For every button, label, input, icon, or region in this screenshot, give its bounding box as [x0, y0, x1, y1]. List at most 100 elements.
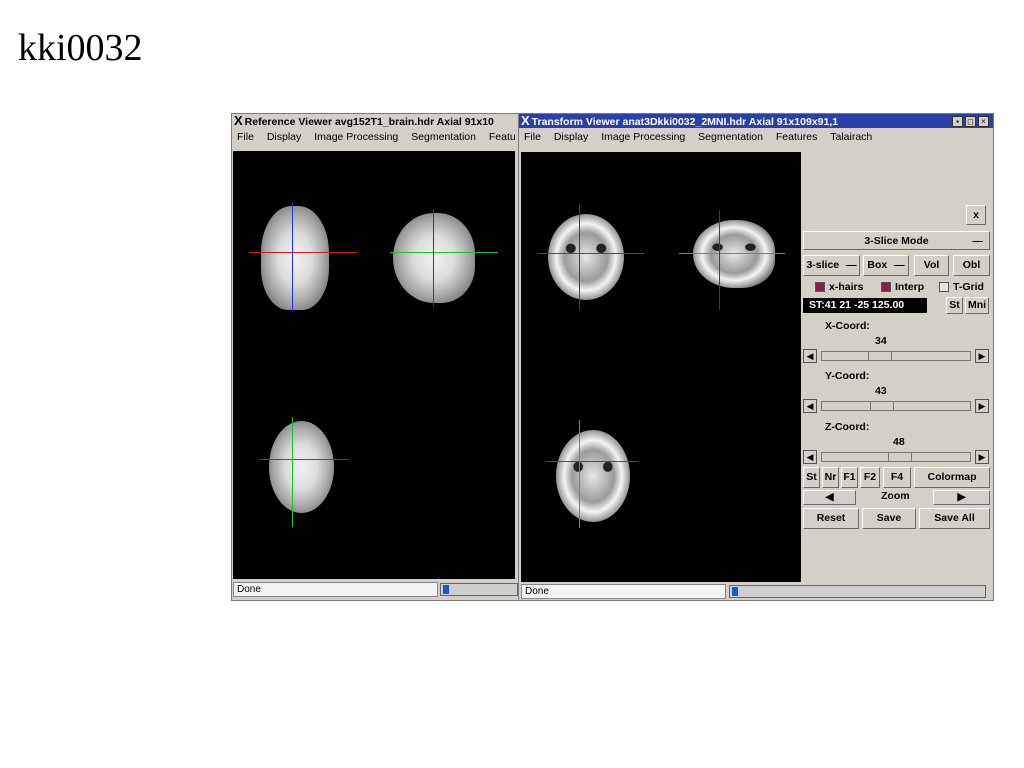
- reference-viewer-window: X Reference Viewer avg152T1_brain.hdr Axi…: [231, 113, 519, 601]
- ref-coronal-slice: [261, 206, 329, 310]
- z-coord-slider[interactable]: ◀ ▶: [803, 450, 989, 464]
- transform-status-text: Done: [521, 584, 726, 599]
- z-coord-value: 48: [893, 436, 905, 448]
- mni-button[interactable]: Mni: [965, 297, 989, 314]
- slice-select-label: 3-slice: [806, 259, 840, 271]
- box-select-label: Box: [867, 259, 888, 271]
- x-slider-right-arrow[interactable]: ▶: [975, 349, 989, 363]
- z-slider-track[interactable]: [821, 452, 971, 462]
- tx-menu-display[interactable]: Display: [554, 131, 588, 143]
- f1-preset-button[interactable]: F1: [841, 467, 858, 488]
- y-slider-thumb[interactable]: [870, 401, 894, 411]
- tx-menu-file[interactable]: File: [524, 131, 541, 143]
- y-slider-track[interactable]: [821, 401, 971, 411]
- x-coord-slider[interactable]: ◀ ▶: [803, 349, 989, 363]
- st-preset-button[interactable]: St: [803, 467, 820, 488]
- transform-viewer-window: X Transform Viewer anat3Dkki0032_2MNI.hdr…: [518, 113, 994, 601]
- tx-axial-vline: [579, 420, 580, 528]
- z-slider-right-arrow[interactable]: ▶: [975, 450, 989, 464]
- x-logo-icon: X: [234, 114, 243, 128]
- nr-preset-button[interactable]: Nr: [822, 467, 839, 488]
- xhairs-checkbox[interactable]: x-hairs: [815, 281, 863, 293]
- z-slider-thumb[interactable]: [888, 452, 912, 462]
- transform-viewer-title: Transform Viewer anat3Dkki0032_2MNI.hdr …: [531, 116, 839, 128]
- tx-menu-segmentation[interactable]: Segmentation: [698, 131, 763, 143]
- colormap-button[interactable]: Colormap: [914, 467, 990, 488]
- obl-button[interactable]: Obl: [953, 255, 990, 276]
- save-all-button[interactable]: Save All: [919, 508, 990, 529]
- reset-button[interactable]: Reset: [803, 508, 859, 529]
- y-coord-slider[interactable]: ◀ ▶: [803, 399, 989, 413]
- xhairs-label: x-hairs: [829, 281, 864, 293]
- interp-checkbox[interactable]: Interp: [881, 281, 924, 293]
- ref-coronal-vline: [292, 203, 293, 311]
- zoom-out-button[interactable]: ◀: [803, 490, 856, 505]
- y-coord-label: Y-Coord:: [825, 370, 870, 382]
- transform-menubar: File Display Image Processing Segmentati…: [519, 129, 993, 145]
- maximize-button[interactable]: ◻: [965, 116, 976, 127]
- f2-preset-button[interactable]: F2: [860, 467, 880, 488]
- coordinate-readout: ST:41 21 -25 125.00: [803, 298, 927, 313]
- reference-menubar: File Display Image Processing Segmentati…: [232, 129, 518, 145]
- checkbox-unchecked-icon: [939, 282, 949, 293]
- tx-coronal-hline: [538, 253, 644, 254]
- tx-sagittal-vline: [719, 210, 720, 310]
- ref-sagittal-vline: [433, 209, 434, 307]
- ref-menu-image-processing[interactable]: Image Processing: [314, 131, 398, 143]
- zoom-label: Zoom: [881, 490, 910, 502]
- y-coord-value: 43: [875, 385, 887, 397]
- ref-axial-vline: [292, 417, 293, 527]
- ref-menu-features[interactable]: Featu: [489, 131, 516, 143]
- ref-sagittal-hline: [390, 252, 498, 253]
- reference-image-canvas[interactable]: [233, 151, 515, 579]
- ref-menu-segmentation[interactable]: Segmentation: [411, 131, 476, 143]
- ref-axial-hline: [259, 459, 349, 460]
- tx-axial-slice: [556, 430, 630, 522]
- panel-close-button[interactable]: x: [966, 205, 986, 225]
- reference-viewer-titlebar[interactable]: X Reference Viewer avg152T1_brain.hdr Axi…: [232, 114, 518, 128]
- tx-sagittal-hline: [679, 253, 785, 254]
- f4-preset-button[interactable]: F4: [883, 467, 911, 488]
- tx-menu-image-processing[interactable]: Image Processing: [601, 131, 685, 143]
- tx-menu-talairach[interactable]: Talairach: [830, 131, 872, 143]
- dropdown-icon: —: [894, 259, 905, 271]
- x-slider-track[interactable]: [821, 351, 971, 361]
- reference-progress-bar: [440, 583, 518, 596]
- tx-coronal-slice: [548, 214, 624, 300]
- tx-sagittal-slice: [693, 220, 775, 288]
- y-slider-right-arrow[interactable]: ▶: [975, 399, 989, 413]
- dropdown-icon: —: [972, 235, 984, 247]
- mode-select[interactable]: 3-Slice Mode —: [803, 231, 990, 250]
- st-button[interactable]: St: [946, 297, 963, 314]
- dropdown-icon: —: [846, 259, 857, 271]
- zoom-in-button[interactable]: ▶: [933, 490, 990, 505]
- z-slider-left-arrow[interactable]: ◀: [803, 450, 817, 464]
- ref-menu-file[interactable]: File: [237, 131, 254, 143]
- tx-coronal-vline: [579, 204, 580, 310]
- interp-label: Interp: [895, 281, 925, 293]
- y-slider-left-arrow[interactable]: ◀: [803, 399, 817, 413]
- minimize-button[interactable]: ▪: [952, 116, 963, 127]
- box-select[interactable]: Box —: [863, 255, 909, 276]
- ref-sagittal-slice: [393, 213, 475, 303]
- close-window-button[interactable]: ×: [978, 116, 989, 127]
- slide-title: kki0032: [18, 27, 143, 69]
- x-slider-thumb[interactable]: [868, 351, 892, 361]
- save-button[interactable]: Save: [862, 508, 916, 529]
- transform-viewer-titlebar[interactable]: X Transform Viewer anat3Dkki0032_2MNI.hdr…: [519, 114, 993, 128]
- tx-menu-features[interactable]: Features: [776, 131, 817, 143]
- control-panel: x 3-Slice Mode — 3-slice — Box — Vol Obl…: [801, 152, 991, 582]
- transform-progress-bar: [729, 585, 986, 598]
- x-slider-left-arrow[interactable]: ◀: [803, 349, 817, 363]
- checkbox-checked-icon: [815, 282, 825, 293]
- x-logo-icon: X: [521, 114, 530, 128]
- slice-select[interactable]: 3-slice —: [803, 255, 860, 276]
- ref-menu-display[interactable]: Display: [267, 131, 301, 143]
- vol-button[interactable]: Vol: [914, 255, 949, 276]
- transform-image-canvas[interactable]: [521, 152, 801, 582]
- x-coord-label: X-Coord:: [825, 320, 870, 332]
- mode-select-label: 3-Slice Mode: [864, 235, 929, 247]
- tgrid-checkbox[interactable]: T-Grid: [939, 281, 984, 293]
- x-coord-value: 34: [875, 335, 887, 347]
- z-coord-label: Z-Coord:: [825, 421, 870, 433]
